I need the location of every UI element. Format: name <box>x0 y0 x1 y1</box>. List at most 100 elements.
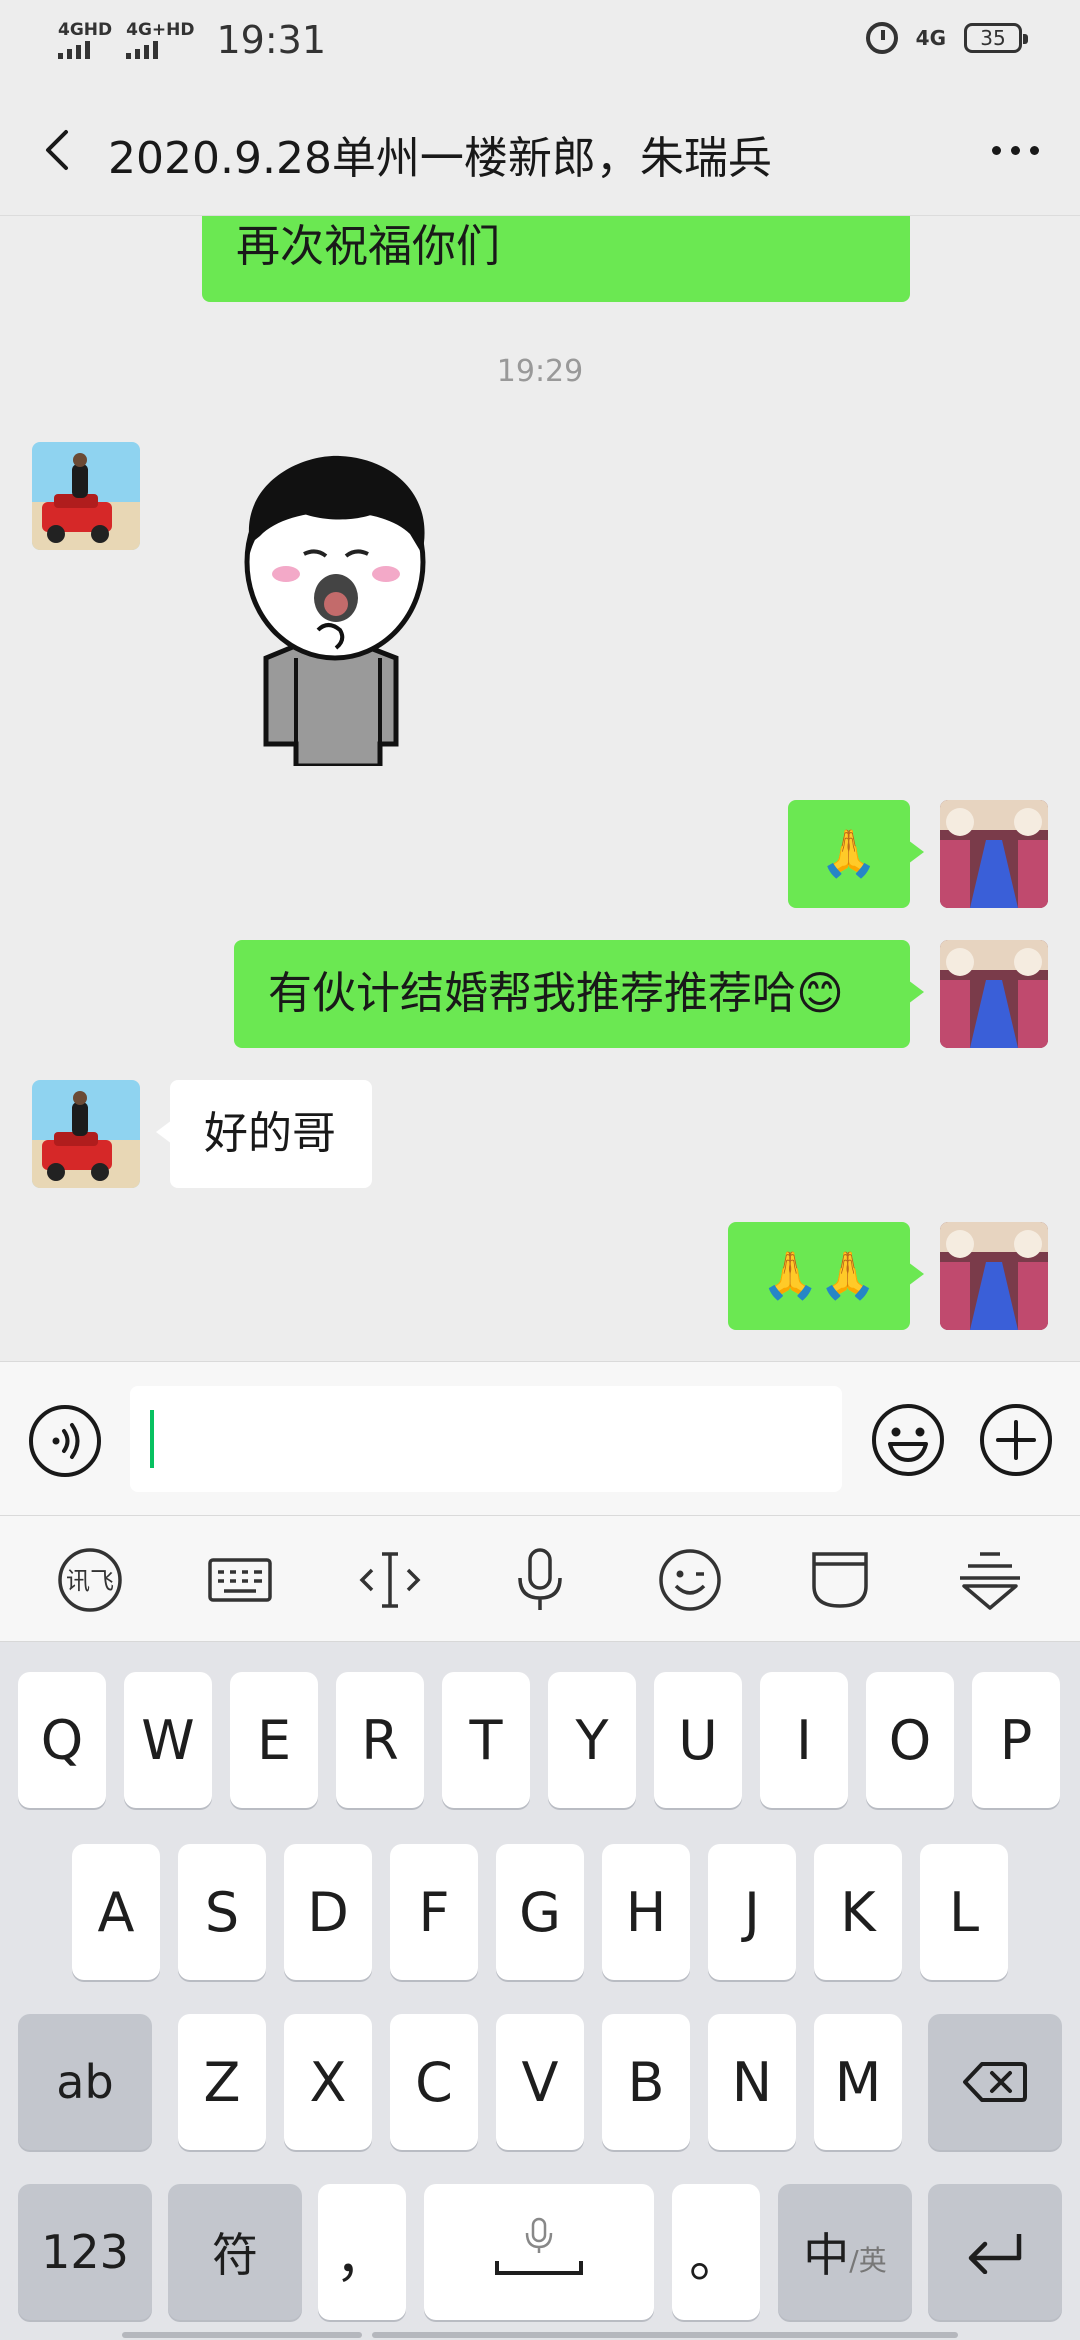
key-r[interactable]: R <box>336 1672 424 1808</box>
symbol-key[interactable]: 符 <box>168 2184 302 2320</box>
cursor-move-button[interactable] <box>354 1548 426 1612</box>
key-v[interactable]: V <box>496 2014 584 2150</box>
my-avatar[interactable] <box>940 1222 1048 1330</box>
key-a[interactable]: A <box>72 1844 160 1980</box>
key-s[interactable]: S <box>178 1844 266 1980</box>
more-functions-button[interactable] <box>978 1402 1054 1478</box>
key-t[interactable]: T <box>442 1672 530 1808</box>
more-button[interactable] <box>980 120 1050 180</box>
status-right: 4G 35 <box>865 22 1028 54</box>
avatar-image <box>940 800 1048 908</box>
key-o[interactable]: O <box>866 1672 954 1808</box>
back-button[interactable] <box>30 120 90 180</box>
key-i[interactable]: I <box>760 1672 848 1808</box>
key-k[interactable]: K <box>814 1844 902 1980</box>
enter-icon <box>968 2234 1022 2274</box>
status-left: 4GHD 4G+HD 19:31 <box>58 18 326 62</box>
ifly-logo-icon: 讯飞 <box>58 1548 122 1612</box>
emoji-button[interactable] <box>870 1402 946 1478</box>
voice-icon <box>29 1405 101 1477</box>
key-p[interactable]: P <box>972 1672 1060 1808</box>
avatar-image <box>940 940 1048 1048</box>
home-indicator-segment <box>122 2332 362 2338</box>
key-e[interactable]: E <box>230 1672 318 1808</box>
key-m[interactable]: M <box>814 2014 902 2150</box>
message-timestamp: 19:29 <box>496 354 584 389</box>
collapse-keyboard-icon <box>960 1552 1020 1610</box>
key-y[interactable]: Y <box>548 1672 636 1808</box>
outgoing-message[interactable]: 🙏🙏 <box>728 1222 924 1330</box>
outgoing-message[interactable]: 🙏 <box>788 800 924 908</box>
emoji-icon <box>872 1404 944 1476</box>
outgoing-message[interactable]: 有伙计结婚帮我推荐推荐哈 😊 <box>234 940 924 1048</box>
keyboard-switch-button[interactable] <box>204 1548 276 1612</box>
message-text: 好的哥 <box>204 1107 336 1159</box>
back-arrow-icon <box>46 130 68 170</box>
cursor-move-icon <box>359 1552 421 1608</box>
sim2-label: 4G+HD <box>126 20 195 40</box>
battery-icon: 35 <box>964 23 1028 53</box>
key-w[interactable]: W <box>124 1672 212 1808</box>
key-q[interactable]: Q <box>18 1672 106 1808</box>
network-type: 4G <box>915 26 946 50</box>
key-g[interactable]: G <box>496 1844 584 1980</box>
key-u[interactable]: U <box>654 1672 742 1808</box>
text-caret <box>150 1410 154 1468</box>
contact-avatar[interactable] <box>32 1080 140 1188</box>
key-f[interactable]: F <box>390 1844 478 1980</box>
key-d[interactable]: D <box>284 1844 372 1980</box>
chat-header: 2020.9.28单州一楼新郎，朱瑞兵 <box>0 84 1080 216</box>
comma-key[interactable]: ， <box>318 2184 406 2320</box>
ime-logo-button[interactable]: 讯飞 <box>54 1548 126 1612</box>
my-avatar[interactable] <box>940 940 1048 1048</box>
status-time: 19:31 <box>216 18 327 62</box>
avatar-image <box>32 442 140 550</box>
mushroom-head-sticker <box>244 455 426 769</box>
plus-icon <box>980 1404 1052 1476</box>
key-n[interactable]: N <box>708 2014 796 2150</box>
battery-level: 35 <box>980 26 1006 50</box>
message-text: 🙏 <box>820 826 878 881</box>
key-h[interactable]: H <box>602 1844 690 1980</box>
alarm-icon <box>865 22 898 54</box>
backspace-key[interactable] <box>928 2014 1062 2150</box>
avatar-image <box>32 1080 140 1188</box>
collapse-keyboard-button[interactable] <box>954 1548 1026 1612</box>
language-switch-key[interactable]: 中/英 <box>778 2184 912 2320</box>
enter-key[interactable] <box>928 2184 1062 2320</box>
emoticon-button[interactable] <box>654 1548 726 1612</box>
case-toggle-key[interactable]: ab <box>18 2014 152 2150</box>
message-text: 🙏🙏 <box>761 1248 877 1303</box>
lang-main-label: 中 <box>803 2228 850 2282</box>
clipboard-button[interactable] <box>804 1548 876 1612</box>
signal-icon <box>126 39 159 59</box>
contact-avatar[interactable] <box>32 442 140 550</box>
keyboard: Q W E R T Y U I O P A S D F G H J K L ab… <box>0 1642 1080 2340</box>
space-key[interactable] <box>424 2184 654 2320</box>
svg-text:讯飞: 讯飞 <box>66 1567 114 1595</box>
key-l[interactable]: L <box>920 1844 1008 1980</box>
chat-title: 2020.9.28单州一楼新郎，朱瑞兵 <box>108 133 772 184</box>
voice-button[interactable] <box>28 1404 102 1478</box>
key-c[interactable]: C <box>390 2014 478 2150</box>
outgoing-message[interactable]: 再次祝福你们 <box>202 216 910 302</box>
key-j[interactable]: J <box>708 1844 796 1980</box>
key-b[interactable]: B <box>602 2014 690 2150</box>
message-list[interactable]: 再次祝福你们 19:29 🙏 有伙计结婚帮我推荐推荐哈 😊 好的哥 🙏🙏 <box>0 216 1080 1361</box>
sim1-label: 4GHD <box>58 20 113 40</box>
clipboard-icon <box>812 1552 868 1608</box>
message-input[interactable] <box>130 1386 842 1492</box>
incoming-message[interactable]: 好的哥 <box>156 1080 372 1188</box>
key-x[interactable]: X <box>284 2014 372 2150</box>
sticker-message[interactable] <box>200 444 470 769</box>
smiley-icon <box>659 1549 721 1611</box>
key-z[interactable]: Z <box>178 2014 266 2150</box>
home-indicator-segment <box>372 2332 958 2338</box>
message-input-bar <box>0 1361 1080 1516</box>
microphone-icon <box>518 1548 562 1610</box>
space-mic-icon <box>495 2217 583 2275</box>
voice-input-button[interactable] <box>504 1548 576 1612</box>
my-avatar[interactable] <box>940 800 1048 908</box>
period-key[interactable]: 。 <box>672 2184 760 2320</box>
number-key[interactable]: 123 <box>18 2184 152 2320</box>
